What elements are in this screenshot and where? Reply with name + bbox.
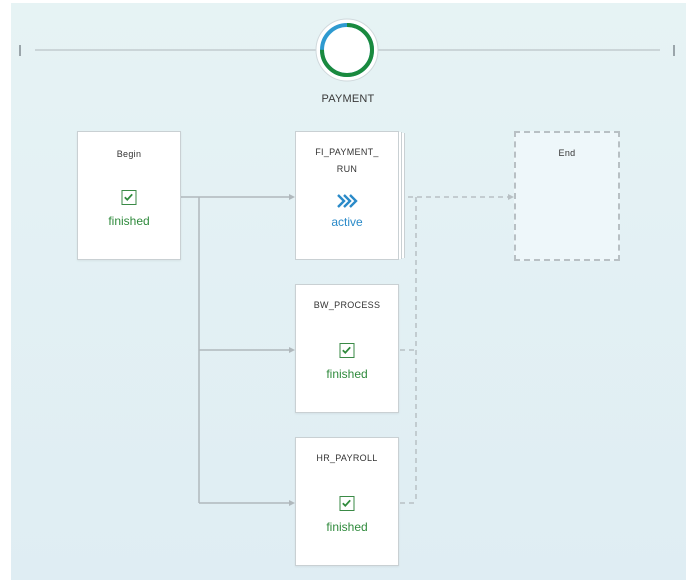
node-bw-process[interactable]: BW_PROCESS finished — [295, 284, 399, 413]
status-text: finished — [326, 520, 368, 534]
node-title: End — [558, 148, 576, 158]
timeline-start-marker — [19, 45, 21, 56]
node-hr-payroll[interactable]: HR_PAYROLL finished — [295, 437, 399, 566]
node-title: Begin — [116, 149, 142, 159]
phase-progress-ring[interactable] — [315, 18, 379, 82]
timeline-end-marker — [673, 45, 675, 56]
node-title-line2: RUN — [336, 164, 358, 174]
dashed-connectors — [400, 196, 508, 504]
checkbox-checked-icon — [339, 343, 355, 358]
progress-ring-icon — [315, 18, 379, 82]
node-title-line1: FI_PAYMENT_ — [315, 147, 379, 157]
status-text: finished — [108, 214, 150, 228]
solid-connectors — [181, 196, 290, 504]
node-end[interactable]: End — [514, 131, 620, 261]
node-title: HR_PAYROLL — [316, 453, 378, 463]
checkbox-checked-icon — [121, 190, 137, 205]
node-title: BW_PROCESS — [313, 300, 381, 310]
status-text: active — [331, 215, 363, 229]
chevron-right-double-icon — [337, 194, 358, 208]
node-begin[interactable]: Begin finished — [77, 131, 181, 260]
node-fi-payment-run[interactable]: FI_PAYMENT_ RUN active — [295, 131, 399, 260]
status-text: finished — [326, 367, 368, 381]
checkbox-checked-icon — [339, 496, 355, 511]
phase-label: PAYMENT — [321, 93, 375, 105]
